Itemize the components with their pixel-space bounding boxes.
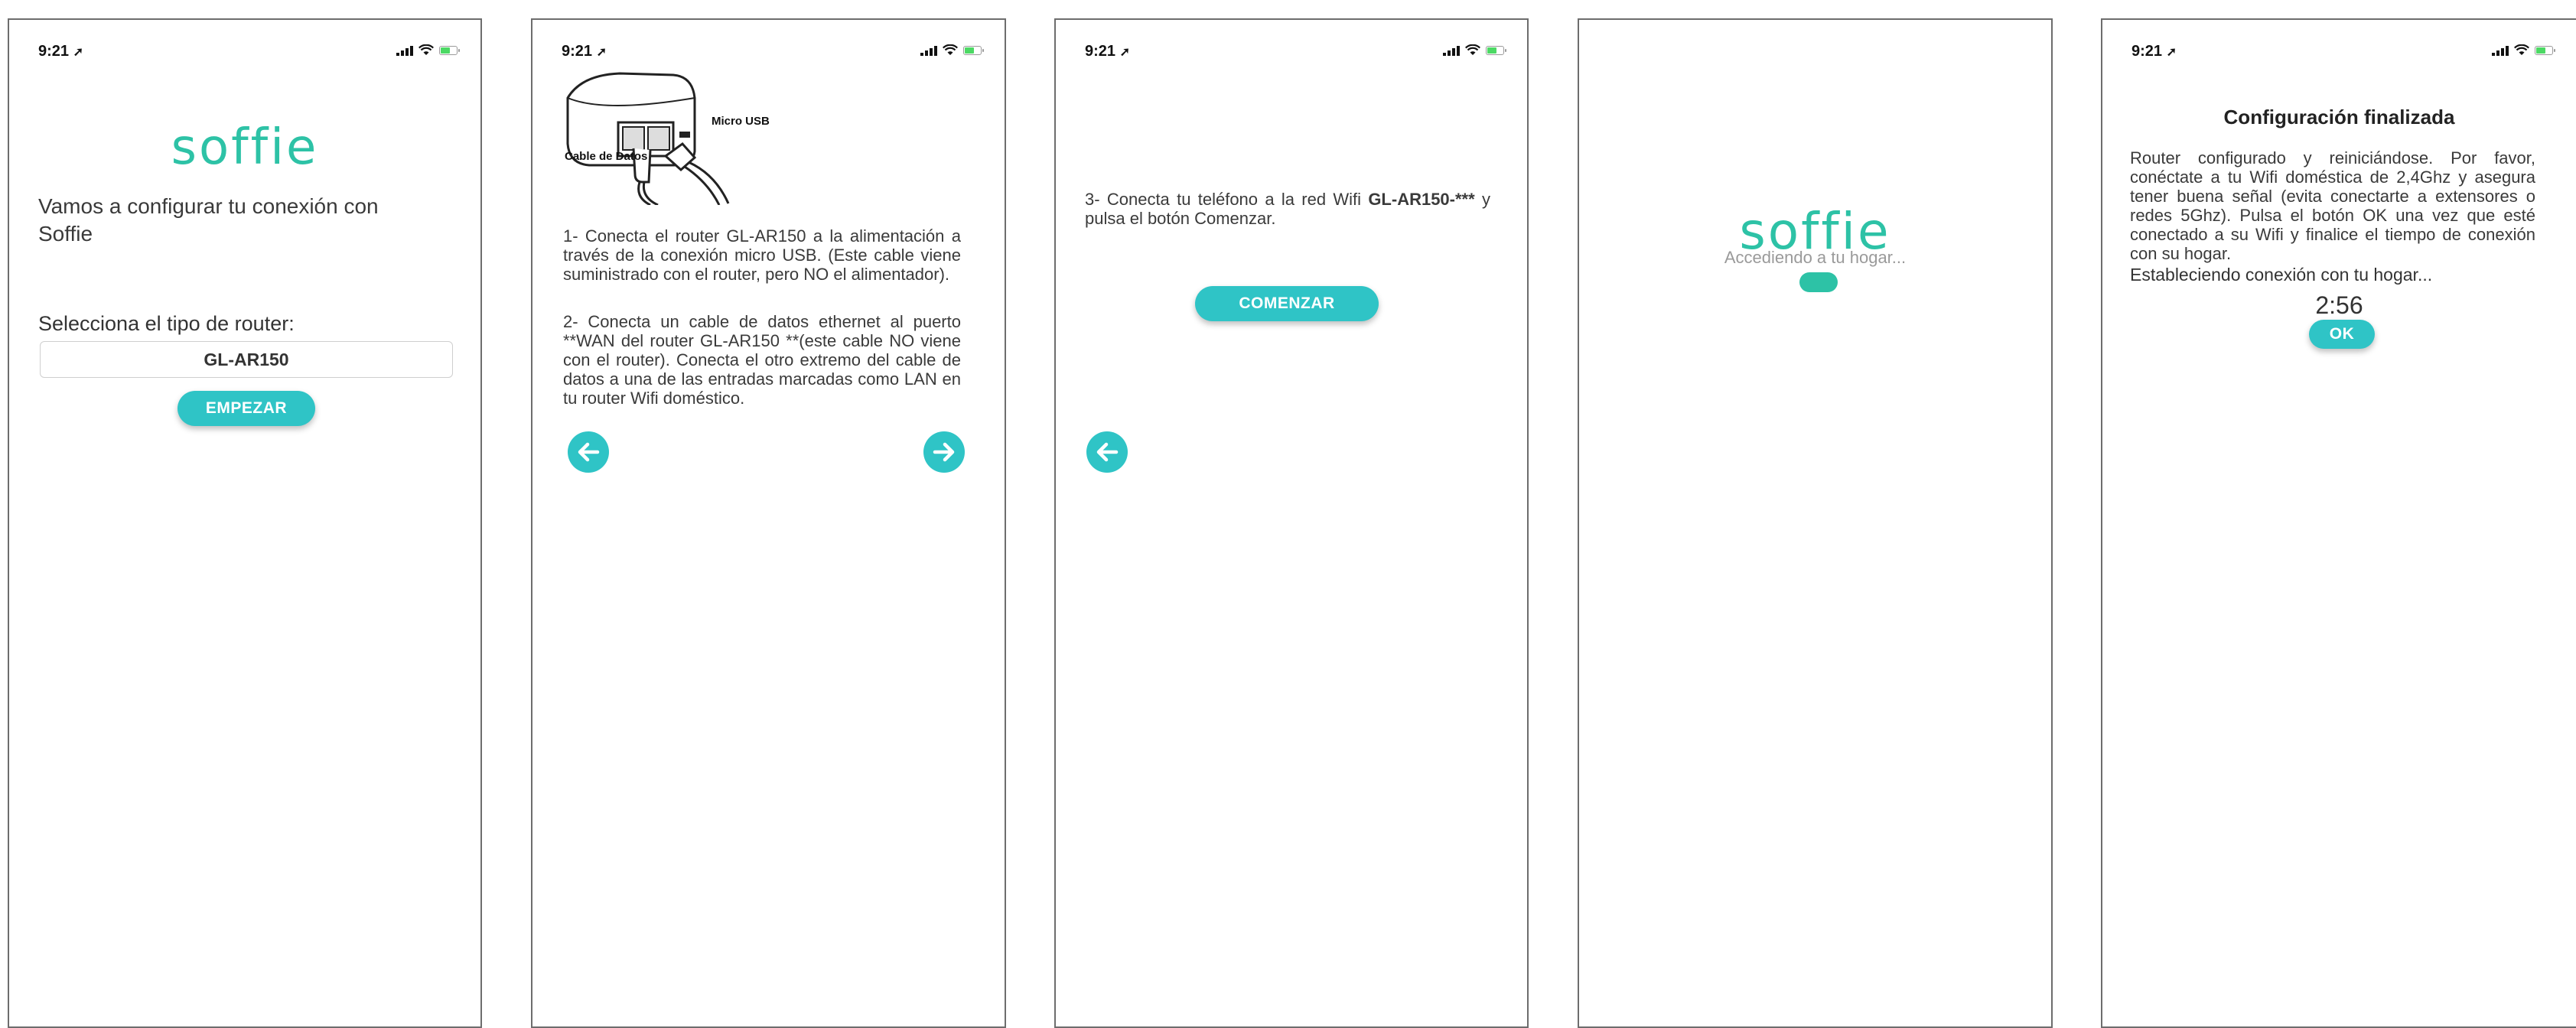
router-type-label: Selecciona el tipo de router:	[38, 312, 295, 335]
status-time: 9:21	[2131, 43, 2163, 60]
arrow-right-icon	[933, 442, 955, 462]
ok-button[interactable]: OK	[2309, 320, 2375, 349]
router-drawing	[566, 72, 730, 207]
wifi-network-name: GL-AR150-***	[1368, 190, 1475, 209]
empezar-button[interactable]: EMPEZAR	[177, 391, 315, 426]
screen-connect-wifi: 9:21 ➚ 3- Conecta tu teléfono a la red W…	[1054, 18, 1529, 1028]
step3-prefix: 3- Conecta tu teléfono a la red Wifi	[1085, 190, 1369, 209]
signal-icon	[920, 45, 937, 56]
status-bar: 9:21 ➚	[1085, 43, 1506, 66]
signal-icon	[396, 45, 413, 56]
arrow-left-icon	[578, 442, 600, 462]
next-button[interactable]	[923, 431, 965, 473]
battery-icon	[963, 45, 984, 55]
loading-indicator	[1799, 272, 1838, 292]
back-button[interactable]	[1086, 431, 1128, 473]
battery-icon	[439, 45, 460, 55]
page-title: Configuración finalizada	[2223, 106, 2455, 128]
status-time: 9:21	[38, 43, 70, 60]
wifi-icon	[418, 44, 434, 56]
completion-message: Router configurado y reiniciándose. Por …	[2130, 148, 2535, 263]
screen-router-selection: 9:21 ➚ soffie Vamos a configurar tu cone…	[8, 18, 482, 1028]
router-illustration	[559, 67, 757, 207]
connection-status: Estableciendo conexión con tu hogar...	[2130, 265, 2433, 285]
screen-connect-instructions: 9:21 ➚ Micro USB Cable de Datos 1- Conec…	[531, 18, 1006, 1028]
wifi-icon	[1465, 44, 1480, 56]
location-arrow-icon: ➚	[596, 46, 607, 59]
soffie-logo: soffie	[171, 119, 319, 176]
status-bar: 9:21 ➚	[562, 43, 984, 66]
step1-text: 1- Conecta el router GL-AR150 a la alime…	[563, 226, 961, 284]
status-bar: 9:21 ➚	[2131, 43, 2555, 66]
screen-setup-complete: 9:21 ➚ Configuración finalizada Router c…	[2101, 18, 2576, 1028]
screen-loading: soffie Accediendo a tu hogar...	[1578, 18, 2053, 1028]
intro-text: Vamos a configurar tu conexión con Soffi…	[38, 194, 379, 246]
status-time: 9:21	[562, 43, 593, 60]
location-arrow-icon: ➚	[1119, 46, 1130, 59]
status-bar: 9:21 ➚	[38, 43, 460, 66]
countdown-timer: 2:56	[2315, 291, 2363, 319]
comenzar-button[interactable]: COMENZAR	[1195, 286, 1379, 321]
loading-text: Accediendo a tu hogar...	[1724, 248, 1907, 267]
battery-icon	[1486, 45, 1506, 55]
router-type-select[interactable]: GL-AR150	[40, 341, 453, 378]
step3-text: 3- Conecta tu teléfono a la red Wifi GL-…	[1085, 190, 1490, 228]
signal-icon	[2492, 45, 2509, 56]
battery-icon	[2535, 45, 2555, 55]
back-button[interactable]	[568, 431, 609, 473]
wifi-icon	[2514, 44, 2529, 56]
status-time: 9:21	[1085, 43, 1116, 60]
location-arrow-icon: ➚	[2166, 46, 2177, 59]
location-arrow-icon: ➚	[73, 46, 83, 59]
wifi-icon	[943, 44, 958, 56]
cable-datos-label: Cable de Datos	[565, 150, 648, 163]
micro-usb-label: Micro USB	[712, 115, 770, 128]
step2-text: 2- Conecta un cable de datos ethernet al…	[563, 312, 961, 408]
signal-icon	[1443, 45, 1460, 56]
arrow-left-icon	[1096, 442, 1119, 462]
